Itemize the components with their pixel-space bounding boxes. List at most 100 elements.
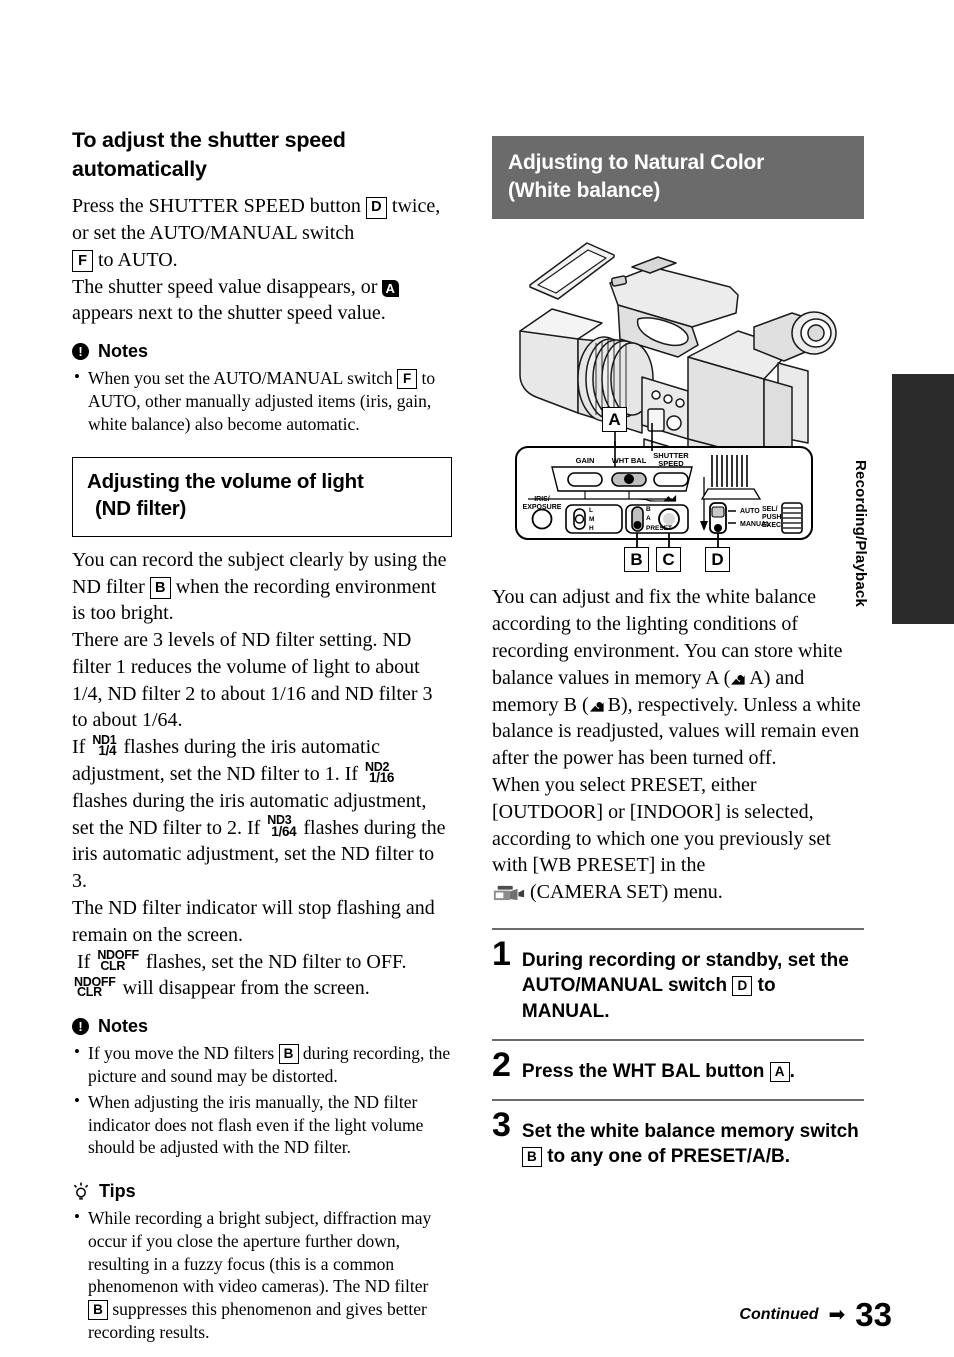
label-auto: AUTO	[740, 508, 760, 515]
section-heading-white-balance: Adjusting to Natural Color (White balanc…	[492, 136, 864, 220]
text-run: If you move the ND filters	[88, 1043, 275, 1064]
text-run: flashes during the iris automatic adjust…	[72, 736, 381, 786]
label-gain-h: H	[589, 525, 594, 532]
tips-list: While recording a bright subject, diffra…	[72, 1206, 452, 1344]
memory-b-label: B	[607, 693, 621, 716]
callout-label: A	[608, 409, 621, 429]
page-number: 33	[855, 1296, 892, 1333]
text-run: flashes, set the ND filter to OFF.	[145, 950, 407, 973]
step-number: 1	[492, 935, 511, 973]
step-1: 1 During recording or standby, set the A…	[492, 928, 864, 1039]
wb-paragraph-1: You can adjust and fix the white balance…	[492, 584, 864, 772]
white-balance-memory-icon	[731, 674, 748, 686]
text-run: The shutter speed value disappears, or	[72, 275, 378, 298]
chapter-tab-label: Recording/Playback	[852, 460, 870, 607]
icon-line-bottom: CLR	[77, 985, 102, 1000]
procedure-steps: 1 During recording or standby, set the A…	[492, 928, 864, 1185]
section-heading-shutter-auto: To adjust the shutter speed automaticall…	[72, 126, 452, 183]
text-run: When you set the AUTO/MANUAL switch	[88, 368, 393, 389]
label-wb-a: A	[646, 515, 651, 522]
list-item: If you move the ND filters B during reco…	[72, 1041, 452, 1088]
text-run: Set the white balance memory switch	[521, 1121, 859, 1143]
text-run: Press the WHT BAL button	[521, 1060, 765, 1082]
key-badge-b: B	[88, 1300, 108, 1320]
white-balance-memory-icon	[589, 701, 607, 713]
text-run: to AUTO.	[98, 248, 178, 271]
chapter-thumb-tab	[892, 374, 954, 624]
nd-paragraph-1: You can record the subject clearly by us…	[72, 547, 452, 627]
callout-label: D	[711, 549, 724, 569]
icon-line-bottom: 1/4	[98, 743, 117, 759]
text-run: During recording or standby, set the AUT…	[521, 950, 849, 997]
key-badge-d: D	[732, 976, 753, 997]
notes-list-2: If you move the ND filters B during reco…	[72, 1041, 452, 1159]
shutter-auto-text: Press the SHUTTER SPEED button D twice, …	[72, 193, 452, 327]
nd-paragraph-4: The ND filter indicator will stop flashi…	[72, 897, 435, 946]
label-shutter-speed-2: SPEED	[658, 459, 684, 468]
label-exec: EXEC	[762, 522, 781, 529]
nd-filter-body: You can record the subject clearly by us…	[72, 547, 452, 1003]
note-icon: !	[72, 1018, 89, 1036]
text-run: .	[789, 1060, 795, 1082]
label-wb-preset: PRESET	[646, 525, 672, 532]
text-run: While recording a bright subject, diffra…	[88, 1208, 432, 1297]
lightbulb-icon	[72, 1182, 90, 1201]
callout-label: C	[662, 549, 675, 569]
label-push: PUSH	[762, 514, 781, 521]
callout-label: B	[630, 549, 643, 569]
auto-marker-icon: A	[382, 279, 399, 297]
step-2: 2 Press the WHT BAL button A.	[492, 1038, 864, 1099]
ndoff-screen-icon-2: NDOFF CLR	[74, 976, 116, 1000]
shutter-auto-paragraph: Press the SHUTTER SPEED button D twice, …	[72, 193, 452, 327]
nd-paragraph-5: If NDOFF CLR flashes, set the ND filter t…	[72, 949, 452, 1003]
left-column: To adjust the shutter speed automaticall…	[72, 126, 452, 1347]
icon-line-bottom: 1/16	[369, 770, 395, 786]
step-text: Set the white balance memory switch B to…	[521, 1112, 864, 1170]
label-gain: GAIN	[576, 456, 595, 465]
text-run: When you select PRESET, either [OUTDOOR]…	[492, 774, 831, 877]
text-run: will disappear from the screen.	[122, 977, 370, 1000]
ndoff-screen-icon: NDOFF CLR	[97, 949, 139, 973]
key-badge-b: B	[149, 577, 171, 599]
callout-d: D	[705, 547, 730, 573]
text-run: If	[72, 736, 86, 759]
label-iris-1: IRIS/	[534, 496, 550, 503]
camera-set-menu-icon	[492, 883, 526, 902]
label-wb-b: B	[646, 506, 651, 513]
label-iris-2: EXPOSURE	[523, 504, 562, 511]
step-text: Press the WHT BAL button A.	[522, 1052, 795, 1084]
section-heading-nd-filter: Adjusting the volume of light (ND filter…	[72, 457, 452, 537]
icon-line-bottom: 1/64	[271, 823, 297, 839]
icon-line-bottom: CLR	[100, 958, 126, 973]
memory-a-label: A	[749, 666, 764, 689]
nd-paragraph-2: There are 3 levels of ND filter setting.…	[72, 629, 433, 732]
label-wht-bal: WHT BAL	[612, 456, 647, 465]
tips-heading: Tips	[72, 1181, 452, 1202]
notes-heading-1: ! Notes	[72, 341, 452, 362]
notes-list-1: When you set the AUTO/MANUAL switch F to…	[72, 366, 452, 435]
label-gain-l: L	[589, 507, 593, 514]
page-footer: Continued ➡ 33	[739, 1298, 892, 1331]
text-run: When adjusting the iris manually, the ND…	[88, 1091, 424, 1158]
heading-line-2: automatically	[72, 156, 207, 181]
label-sel: SEL/	[762, 506, 778, 513]
heading-line-1: To adjust the shutter speed	[72, 128, 346, 152]
text-run: to any one of PRESET/A/B.	[547, 1146, 791, 1168]
callout-c: C	[656, 547, 681, 573]
control-panel-detail: GAIN WHT BAL SHUTTER SPEED IRIS/ EXPOSUR…	[515, 441, 813, 548]
key-badge-a: A	[769, 1061, 790, 1082]
callout-a: A	[602, 407, 627, 433]
key-badge-b: B	[278, 1044, 299, 1065]
key-badge-b: B	[521, 1147, 542, 1168]
note-icon: !	[72, 343, 89, 361]
list-item: When adjusting the iris manually, the ND…	[72, 1090, 452, 1159]
step-number: 2	[492, 1045, 511, 1084]
text-run: Press the SHUTTER SPEED button	[72, 195, 361, 218]
key-badge-d: D	[365, 196, 387, 219]
heading-line-1: Adjusting the volume of light	[87, 470, 364, 494]
text-run: suppresses this phenomenon and gives bet…	[88, 1299, 427, 1342]
text-run: (CAMERA SET) menu.	[530, 881, 723, 904]
continued-label: Continued	[739, 1305, 819, 1323]
nd3-screen-icon: ND3 1/64	[267, 814, 297, 839]
step-text: During recording or standby, set the AUT…	[522, 941, 864, 1024]
